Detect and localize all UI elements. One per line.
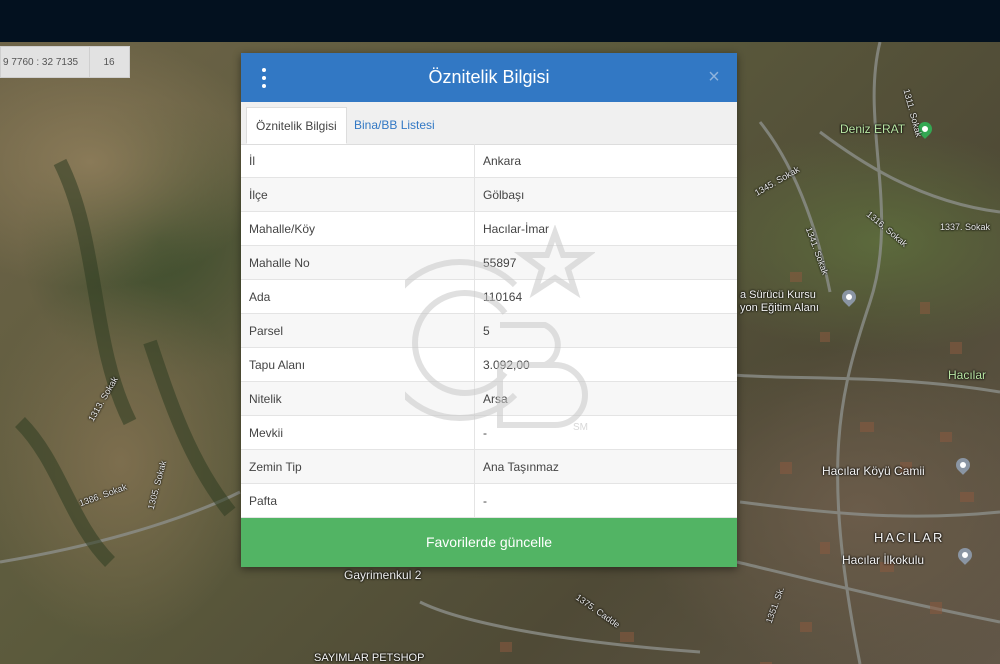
coordinate-readout: 9 7760 : 32 7135 16 xyxy=(0,46,130,78)
table-row: Pafta - xyxy=(241,483,737,518)
attribute-key: Ada xyxy=(241,279,475,314)
table-row: Tapu Alanı 3.092,00 xyxy=(241,347,737,382)
close-icon[interactable]: × xyxy=(703,65,725,89)
attribute-key: Parsel xyxy=(241,313,475,348)
attribute-dialog: Öznitelik Bilgisi × Öznitelik Bilgisi Bi… xyxy=(241,53,737,567)
attribute-key: Mahalle/Köy xyxy=(241,211,475,246)
attribute-value: 3.092,00 xyxy=(474,347,737,382)
map-label-egitim-alani[interactable]: yon Eğitim Alanı xyxy=(740,302,819,314)
map-label-hacilar-koyu-camii[interactable]: Hacılar Köyü Camii xyxy=(822,464,925,478)
table-row: Mahalle No 55897 xyxy=(241,245,737,280)
street-label: 1337. Sokak xyxy=(940,222,991,232)
table-row: İlçe Gölbaşı xyxy=(241,177,737,212)
map-label-deniz-erat[interactable]: Deniz ERAT xyxy=(840,122,905,136)
attribute-key: İl xyxy=(241,144,475,178)
attribute-value: Ana Taşınmaz xyxy=(474,449,737,484)
table-row: İl Ankara xyxy=(241,144,737,178)
tab-oznitelik-bilgisi[interactable]: Öznitelik Bilgisi xyxy=(246,107,347,144)
attribute-value: 5 xyxy=(474,313,737,348)
dialog-tabs: Öznitelik Bilgisi Bina/BB Listesi xyxy=(241,102,737,145)
attribute-value: Gölbaşı xyxy=(474,177,737,212)
table-row: Parsel 5 xyxy=(241,313,737,348)
attribute-key: Pafta xyxy=(241,483,475,518)
map-label-gayrimenkul[interactable]: Gayrimenkul 2 xyxy=(344,568,421,582)
tab-bina-bb-listesi[interactable]: Bina/BB Listesi xyxy=(345,107,444,144)
attribute-value: Arsa xyxy=(474,381,737,416)
map-label-surucu-kursu[interactable]: a Sürücü Kursu xyxy=(740,289,816,301)
attribute-value: 110164 xyxy=(474,279,737,314)
attribute-key: İlçe xyxy=(241,177,475,212)
attribute-value: 55897 xyxy=(474,245,737,280)
coordinate-text: 9 7760 : 32 7135 xyxy=(3,56,79,68)
attribute-key: Mevkii xyxy=(241,415,475,450)
zoom-level: 16 xyxy=(89,47,129,77)
map-label-hacilar-ilkokulu[interactable]: Hacılar İlkokulu xyxy=(842,553,924,567)
attribute-key: Zemin Tip xyxy=(241,449,475,484)
map-label-hacilar[interactable]: Hacılar xyxy=(948,368,986,382)
attribute-key: Nitelik xyxy=(241,381,475,416)
map-label-hacilar-district: HACILAR xyxy=(874,530,945,545)
attribute-value: - xyxy=(474,483,737,518)
table-row: Ada 110164 xyxy=(241,279,737,314)
attribute-value: - xyxy=(474,415,737,450)
table-row: Mevkii - xyxy=(241,415,737,450)
attribute-value: Ankara xyxy=(474,144,737,178)
dialog-header: Öznitelik Bilgisi × xyxy=(241,53,737,102)
attribute-table: İl Ankara İlçe Gölbaşı Mahalle/Köy Hacılar-… xyxy=(241,144,737,518)
map-label-petshop[interactable]: SAYIMLAR PETSHOP xyxy=(314,652,424,664)
update-favorites-button[interactable]: Favorilerde güncelle xyxy=(241,518,737,567)
table-row: Mahalle/Köy Hacılar-İmar xyxy=(241,211,737,246)
attribute-key: Mahalle No xyxy=(241,245,475,280)
top-bar xyxy=(0,0,1000,42)
attribute-value: Hacılar-İmar xyxy=(474,211,737,246)
attribute-key: Tapu Alanı xyxy=(241,347,475,382)
table-row: Zemin Tip Ana Taşınmaz xyxy=(241,449,737,484)
dialog-title: Öznitelik Bilgisi xyxy=(428,67,550,87)
table-row: Nitelik Arsa xyxy=(241,381,737,416)
